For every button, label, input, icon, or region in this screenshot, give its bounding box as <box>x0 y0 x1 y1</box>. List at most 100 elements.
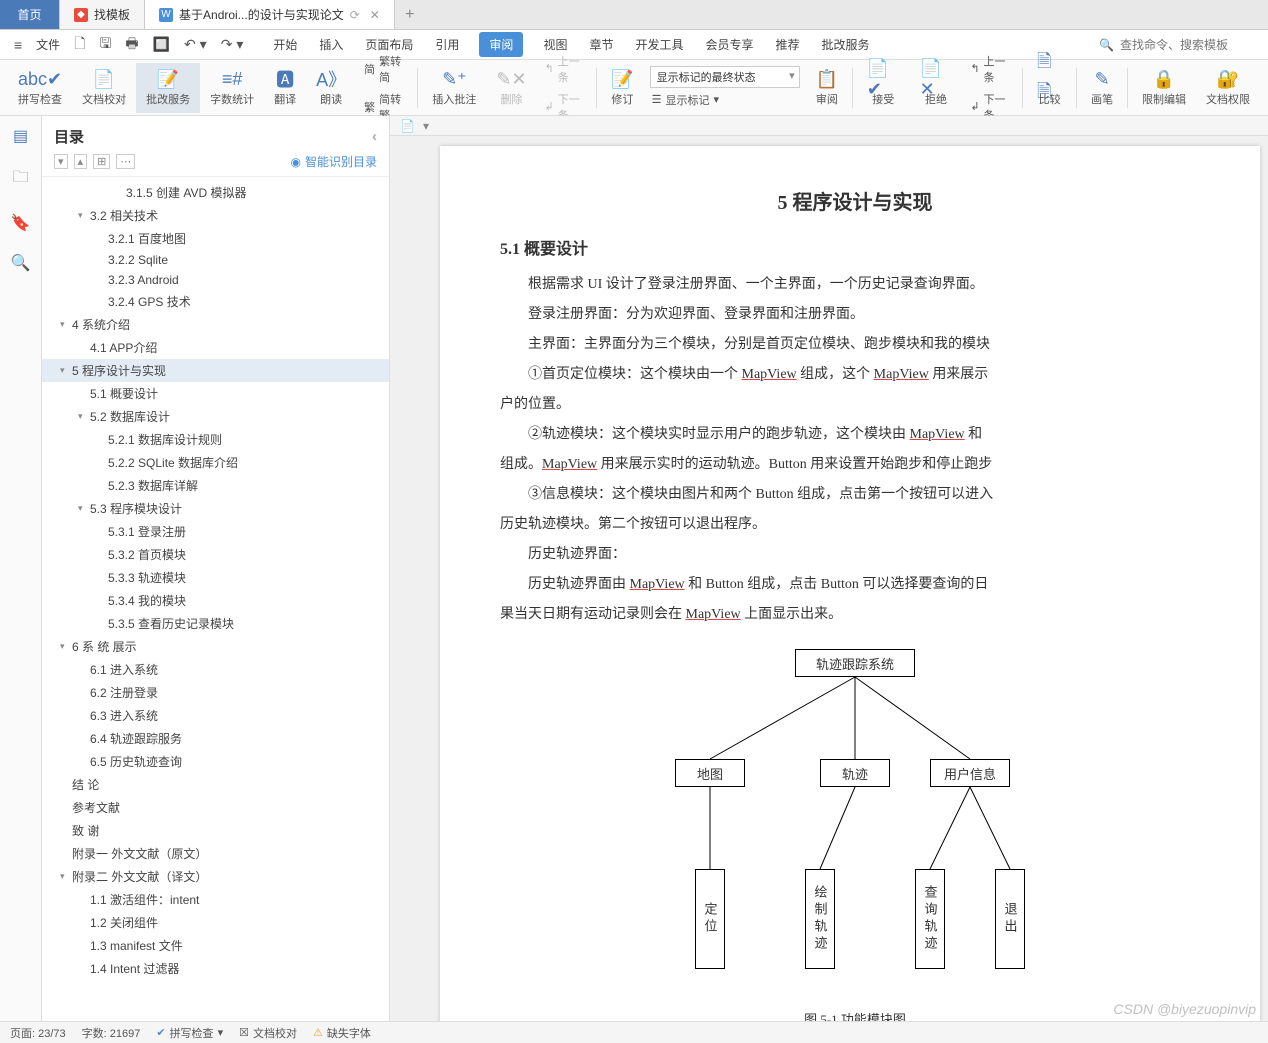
search-rail-icon[interactable]: 🔍 <box>11 253 31 273</box>
new-icon[interactable]: 🗋 <box>68 29 91 61</box>
spellcheck-status[interactable]: ✔拼写检查 ▾ <box>156 1025 223 1041</box>
bookmark-rail-icon[interactable]: 🗀 <box>12 166 28 193</box>
menu-tab-8[interactable]: 会员专享 <box>703 32 755 57</box>
toc-item[interactable]: ▾6 系 统 展示 <box>42 635 389 658</box>
trad-to-simp-button[interactable]: 简繁转简 <box>362 51 407 87</box>
toc-item[interactable]: ▾5.2 数据库设计 <box>42 405 389 428</box>
toc-item[interactable]: ▾5.3 程序模块设计 <box>42 497 389 520</box>
print-icon[interactable]: 🖶 <box>119 29 144 61</box>
toc-item[interactable]: ▾5 程序设计与实现 <box>42 359 389 382</box>
word-count-status[interactable]: 字数: 21697 <box>82 1025 141 1041</box>
menu-tab-9[interactable]: 推荐 <box>774 32 802 57</box>
menu-tab-0[interactable]: 开始 <box>271 32 299 57</box>
tab-document[interactable]: W 基于Androi...的设计与实现论文 ⟳ ✕ <box>145 0 395 29</box>
tab-template[interactable]: ◆ 找模板 <box>60 0 145 29</box>
toc-close-icon[interactable]: ‹ <box>372 128 377 145</box>
spellcheck-button[interactable]: abc✔拼写检查 <box>8 63 72 113</box>
toc-item[interactable]: 5.2.3 数据库详解 <box>42 474 389 497</box>
menu-tab-4[interactable]: 审阅 <box>479 32 523 57</box>
hamburger-icon[interactable]: ≡ <box>8 33 28 57</box>
toc-item[interactable]: 5.3.1 登录注册 <box>42 520 389 543</box>
correction-button[interactable]: 📝批改服务 <box>136 63 200 113</box>
doc-permission-button[interactable]: 🔐文档权限 <box>1196 63 1260 113</box>
delete-button[interactable]: ✎✕删除 <box>486 63 536 113</box>
review-panel-button[interactable]: 📋审阅 <box>806 63 848 113</box>
preview-icon[interactable]: 🔲 <box>147 32 176 57</box>
toc-item[interactable]: 5.3.3 轨迹模块 <box>42 566 389 589</box>
toc-item[interactable]: 3.2.4 GPS 技术 <box>42 290 389 313</box>
display-mode-dropdown[interactable]: 显示标记的最终状态 <box>650 66 800 88</box>
toc-item[interactable]: 6.1 进入系统 <box>42 658 389 681</box>
compare-button[interactable]: 🗎🗎比较 <box>1027 63 1072 113</box>
reject-button[interactable]: 📄✕拒绝 <box>910 63 963 113</box>
ribbon-bookmark-icon[interactable]: 🔖 <box>11 213 31 233</box>
save-icon[interactable]: 🖫 <box>93 29 117 61</box>
file-menu[interactable]: 文件 <box>30 32 66 57</box>
toc-item[interactable]: 3.2.1 百度地图 <box>42 227 389 250</box>
toc-item[interactable]: 6.2 注册登录 <box>42 681 389 704</box>
show-marks-button[interactable]: ☰显示标记 ▾ <box>650 90 800 110</box>
command-search[interactable]: 🔍 <box>1099 38 1260 52</box>
wordcount-button[interactable]: ≡#字数统计 <box>200 63 264 113</box>
toc-item[interactable]: ▾附录二 外文文献（译文） <box>42 865 389 888</box>
menu-tab-3[interactable]: 引用 <box>433 32 461 57</box>
proof-status[interactable]: ☒文档校对 <box>239 1025 297 1041</box>
toc-item[interactable]: 致 谢 <box>42 819 389 842</box>
toc-item[interactable]: 5.3.4 我的模块 <box>42 589 389 612</box>
toc-item[interactable]: 6.5 历史轨迹查询 <box>42 750 389 773</box>
toc-item[interactable]: 6.3 进入系统 <box>42 704 389 727</box>
toc-expand-button[interactable]: ▴ <box>74 154 88 169</box>
translate-button[interactable]: 🅰翻译 <box>264 63 306 113</box>
toc-item[interactable]: 5.2.2 SQLite 数据库介绍 <box>42 451 389 474</box>
toc-item[interactable]: 1.4 Intent 过滤器 <box>42 957 389 980</box>
toc-item[interactable]: 5.3.2 首页模块 <box>42 543 389 566</box>
accept-button[interactable]: 📄✔接受 <box>857 63 910 113</box>
toc-body[interactable]: 3.1.5 创建 AVD 模拟器▾3.2 相关技术3.2.1 百度地图3.2.2… <box>42 177 389 1021</box>
toc-item[interactable]: 3.2.3 Android <box>42 270 389 290</box>
toc-item[interactable]: 3.1.5 创建 AVD 模拟器 <box>42 181 389 204</box>
toc-smart-button[interactable]: ◉智能识别目录 <box>291 153 378 170</box>
outline-icon[interactable]: ▤ <box>13 126 28 146</box>
insert-comment-button[interactable]: ✎⁺插入批注 <box>422 63 486 113</box>
toc-more-button[interactable]: ⋯ <box>116 154 135 169</box>
ruler-dropdown-icon[interactable]: ▾ <box>423 119 429 133</box>
search-input[interactable] <box>1120 38 1260 52</box>
toc-item[interactable]: 5.2.1 数据库设计规则 <box>42 428 389 451</box>
restrict-edit-button[interactable]: 🔒限制编辑 <box>1132 63 1196 113</box>
toc-item[interactable]: 1.1 激活组件：intent <box>42 888 389 911</box>
tab-close-icon[interactable]: ✕ <box>370 8 380 22</box>
toc-item[interactable]: 结 论 <box>42 773 389 796</box>
toc-item[interactable]: ▾4 系统介绍 <box>42 313 389 336</box>
toc-item[interactable]: 4.1 APP介绍 <box>42 336 389 359</box>
toc-item[interactable]: ▾3.2 相关技术 <box>42 204 389 227</box>
menu-tab-1[interactable]: 插入 <box>317 32 345 57</box>
pen-button[interactable]: ✎画笔 <box>1081 63 1123 113</box>
toc-item[interactable]: 1.3 manifest 文件 <box>42 934 389 957</box>
doccheck-button[interactable]: 📄文档校对 <box>72 63 136 113</box>
section-icon[interactable]: 📄 <box>400 119 415 133</box>
document-area[interactable]: 📄 ▾ 5 程序设计与实现 5.1 概要设计 根据需求 UI 设计了登录注册界面… <box>390 116 1268 1021</box>
redo-icon[interactable]: ↷ ▾ <box>215 32 250 57</box>
paragraph: 果当天日期有运动记录则会在 MapView 上面显示出来。 <box>500 601 1210 629</box>
toc-item[interactable]: 5.3.5 查看历史记录模块 <box>42 612 389 635</box>
toc-collapse-button[interactable]: ▾ <box>54 154 68 169</box>
toc-item[interactable]: 5.1 概要设计 <box>42 382 389 405</box>
menu-tab-7[interactable]: 开发工具 <box>633 32 685 57</box>
prev-comment-button[interactable]: ↰上一条 <box>543 51 587 87</box>
toc-item[interactable]: 6.4 轨迹跟踪服务 <box>42 727 389 750</box>
read-button[interactable]: A》朗读 <box>306 63 356 113</box>
missing-font-status[interactable]: ⚠缺失字体 <box>313 1025 371 1041</box>
menu-tab-10[interactable]: 批改服务 <box>820 32 872 57</box>
toc-item[interactable]: 3.2.2 Sqlite <box>42 250 389 270</box>
tab-add-button[interactable]: + <box>395 0 425 29</box>
page-status[interactable]: 页面: 23/73 <box>10 1025 66 1041</box>
tab-home[interactable]: 首页 <box>0 0 60 29</box>
prev-revision-button[interactable]: ↰上一条 <box>968 51 1012 87</box>
toc-item-label: 附录一 外文文献（原文） <box>72 845 207 862</box>
revise-button[interactable]: 📝修订 <box>601 63 643 113</box>
toc-item[interactable]: 1.2 关闭组件 <box>42 911 389 934</box>
toc-add-button[interactable]: ⊞ <box>93 154 110 169</box>
toc-item[interactable]: 附录一 外文文献（原文） <box>42 842 389 865</box>
undo-icon[interactable]: ↶ ▾ <box>178 32 213 57</box>
toc-item[interactable]: 参考文献 <box>42 796 389 819</box>
